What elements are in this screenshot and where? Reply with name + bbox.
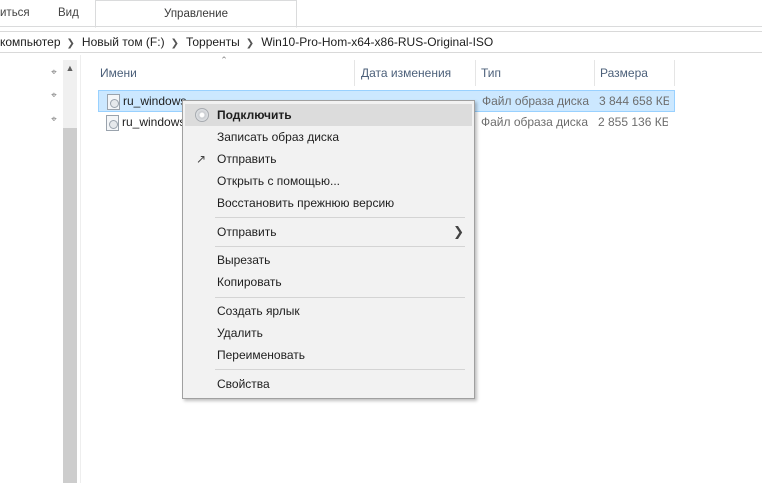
file-size: 3 844 658 КБ — [599, 94, 669, 108]
menu-item-mount[interactable]: Подключить — [185, 104, 472, 126]
menu-item-label: Подключить — [217, 108, 292, 122]
menu-item-label: Переименовать — [217, 348, 305, 362]
pane-divider[interactable] — [80, 55, 81, 483]
chevron-right-icon[interactable]: ❯ — [246, 34, 254, 54]
breadcrumb-folder[interactable]: Win10-Pro-Hom-x64-x86-RUS-Original-ISO — [261, 35, 493, 49]
column-header-date[interactable]: Дата изменения — [356, 60, 476, 86]
menu-item-label: Удалить — [217, 326, 263, 340]
menu-item-label: Свойства — [217, 377, 270, 391]
menu-separator — [215, 246, 465, 247]
menu-item-label: Копировать — [217, 275, 282, 289]
chevron-right-icon: ❯ — [453, 224, 464, 239]
breadcrumb-computer[interactable]: компьютер — [0, 35, 61, 49]
pin-icon[interactable]: ⌖ — [48, 90, 60, 102]
menu-item-restore-previous[interactable]: Восстановить прежнюю версию — [185, 192, 472, 214]
column-header-name[interactable]: Имени — [95, 60, 355, 86]
menu-item-label: Восстановить прежнюю версию — [217, 196, 395, 210]
menu-item-properties[interactable]: Свойства — [185, 373, 472, 395]
file-type: Файл образа диска — [482, 94, 589, 108]
scroll-up-icon[interactable]: ▲ — [63, 60, 77, 76]
menu-item-delete[interactable]: Удалить — [185, 322, 472, 344]
menu-item-burn-disc-image[interactable]: Записать образ диска — [185, 126, 472, 148]
share-icon: ↗ — [195, 152, 207, 166]
menu-item-label: Отправить — [217, 225, 277, 239]
menu-item-label: Открыть с помощью... — [217, 174, 341, 188]
menu-item-label: Записать образ диска — [217, 130, 340, 144]
menu-item-label: Вырезать — [217, 253, 271, 267]
disc-icon — [195, 108, 209, 122]
menu-item-rename[interactable]: Переименовать — [185, 344, 472, 366]
breadcrumb-volume[interactable]: Новый том (F:) — [82, 35, 165, 49]
menu-item-cut[interactable]: Вырезать — [185, 249, 472, 271]
tab-share[interactable]: иться — [0, 0, 30, 27]
menu-item-send-to[interactable]: Отправить ❯ — [185, 221, 472, 243]
address-bar[interactable]: компьютер ❯ Новый том (F:) ❯ Торренты ❯ Win10-… — [0, 31, 762, 53]
context-menu: Подключить Записать образ диска ↗ Отправ… — [182, 100, 475, 399]
column-header-type[interactable]: Тип — [476, 60, 595, 86]
pin-icon[interactable]: ⌖ — [48, 114, 60, 126]
ribbon-tabs: иться Вид Управление — [0, 0, 762, 28]
column-header-size[interactable]: Размера — [595, 60, 675, 86]
menu-item-copy[interactable]: Копировать — [185, 271, 472, 293]
tab-manage[interactable]: Управление — [95, 0, 297, 28]
chevron-right-icon[interactable]: ❯ — [171, 34, 179, 54]
menu-item-open-with[interactable]: Открыть с помощью... — [185, 170, 472, 192]
menu-separator — [215, 217, 465, 218]
file-type: Файл образа диска — [481, 115, 588, 129]
breadcrumb: компьютер ❯ Новый том (F:) ❯ Торренты ❯ Win10-… — [0, 32, 493, 52]
menu-separator — [215, 297, 465, 298]
pin-icon[interactable]: ⌖ — [48, 67, 60, 79]
tab-view[interactable]: Вид — [58, 0, 79, 27]
file-size: 2 855 136 КБ — [598, 115, 668, 129]
chevron-right-icon[interactable]: ❯ — [67, 34, 75, 54]
breadcrumb-torrents[interactable]: Торренты — [186, 35, 240, 49]
disc-image-file-icon — [106, 115, 119, 131]
menu-item-share[interactable]: ↗ Отправить — [185, 148, 472, 170]
menu-item-label: Создать ярлык — [217, 304, 300, 318]
menu-item-label: Отправить — [217, 152, 277, 166]
nav-scrollbar-thumb[interactable] — [63, 128, 77, 483]
menu-item-create-shortcut[interactable]: Создать ярлык — [185, 300, 472, 322]
disc-image-file-icon — [107, 94, 120, 110]
menu-separator — [215, 369, 465, 370]
